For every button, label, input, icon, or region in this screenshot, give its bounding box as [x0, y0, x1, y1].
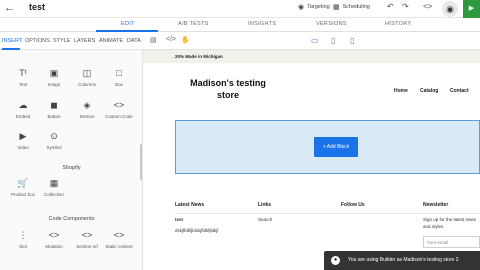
footer-link-search[interactable]: Search — [258, 217, 272, 222]
block-section-ref[interactable]: <> Section ref — [70, 230, 104, 249]
tab-edit[interactable]: EDIT — [121, 21, 135, 27]
announcement-text: 20% Made in Michigan — [175, 54, 223, 59]
eye-icon[interactable]: ◉ — [442, 1, 458, 17]
slot-icon: ⋮ — [18, 230, 28, 240]
news-item-title[interactable]: test — [175, 217, 183, 222]
code-icon: <> — [113, 100, 125, 110]
top-bar: ← test ◉ Targeting ▦ Scheduling ↶ ↷ <> ◉… — [0, 0, 480, 18]
newsletter-text-2: and styles — [423, 224, 444, 229]
block-embed[interactable]: ☁ Embed — [6, 100, 40, 119]
targeting-button[interactable]: ◉ Targeting — [298, 3, 330, 11]
scheduling-label: Scheduling — [342, 4, 370, 10]
footer-latest-news-title: Latest News — [175, 202, 205, 208]
layers-icon: ◈ — [83, 100, 91, 110]
nav-link-catalog[interactable]: Catalog — [420, 88, 438, 94]
shopify-section-title: Shopify — [62, 165, 81, 171]
store-name[interactable]: Madison's testing store — [188, 77, 268, 101]
cart-icon: 🛒 — [17, 178, 29, 188]
preview-canvas: 20% Made in Michigan Madison's testing s… — [143, 50, 480, 270]
calendar-icon: ▦ — [333, 4, 340, 11]
selected-section[interactable]: + Add Block — [175, 120, 480, 174]
tab-ab-tests[interactable]: A/B TESTS — [178, 21, 209, 27]
toast-message: You are using Builder as Madison's testi… — [348, 257, 459, 263]
grid-view-icon[interactable]: ▤ — [150, 36, 157, 44]
page-title[interactable]: test — [29, 2, 45, 12]
panel-scrollbar[interactable] — [140, 144, 142, 180]
scheduling-button[interactable]: ▦ Scheduling — [333, 3, 370, 11]
tab-insights[interactable]: INSIGHTS — [248, 21, 276, 27]
arrow-left-icon[interactable]: ← — [4, 2, 15, 14]
targeting-label: Targeting — [307, 4, 330, 10]
block-button[interactable]: ◼ Button — [37, 100, 71, 119]
footer-follow-title: Follow Us — [341, 202, 365, 208]
static-content-icon: <> — [113, 230, 125, 240]
add-block-button[interactable]: + Add Block — [314, 137, 358, 157]
tab-history[interactable]: HISTORY — [385, 21, 411, 27]
footer-links-title: Links — [258, 202, 272, 208]
tab-insert[interactable]: INSERT — [2, 38, 22, 44]
block-slot[interactable]: ⋮ Slot — [6, 230, 40, 249]
newsletter-email-input[interactable]: Your email — [423, 236, 480, 248]
user-icon: ● — [331, 256, 340, 265]
announcement-bar[interactable]: 20% Made in Michigan — [143, 50, 480, 63]
nav-link-home[interactable]: Home — [394, 88, 408, 94]
hand-icon[interactable]: ✋ — [181, 36, 190, 44]
code-components-section-title: Code Components — [48, 216, 95, 222]
target-icon: ◉ — [298, 4, 305, 11]
tab-versions[interactable]: VERSIONS — [316, 21, 347, 27]
active-subtab-indicator — [2, 48, 20, 50]
image-icon: ▣ — [49, 68, 59, 78]
code-icon[interactable]: <> — [423, 2, 432, 11]
tab-options[interactable]: OPTIONS — [25, 38, 50, 44]
insert-panel: INSERT OPTIONS STYLE LAYERS ANIMATE DATA… — [0, 32, 143, 270]
columns-icon: ◫ — [82, 68, 92, 78]
mobile-icon[interactable]: ▯ — [350, 36, 354, 45]
button-icon: ◼ — [50, 100, 58, 110]
footer-divider — [175, 213, 480, 214]
main-tabs: EDIT A/B TESTS INSIGHTS VERSIONS HISTORY — [0, 18, 480, 32]
nav-link-contact[interactable]: Contact — [450, 88, 469, 94]
publish-button[interactable]: ▶ — [463, 0, 480, 18]
block-image[interactable]: ▣ Image — [37, 68, 71, 87]
undo-icon[interactable]: ↶ — [387, 2, 394, 11]
desktop-icon[interactable]: ▭ — [311, 36, 319, 45]
mutation-icon: <> — [48, 230, 60, 240]
code-view-icon[interactable]: </> — [166, 36, 176, 43]
symbol-icon: ⊙ — [50, 131, 58, 141]
footer-newsletter-title: Newsletter — [423, 202, 449, 208]
block-symbol[interactable]: ⊙ Symbol — [37, 131, 71, 150]
block-product-box[interactable]: 🛒 Product box — [6, 178, 40, 197]
collection-icon: ▦ — [49, 178, 59, 188]
device-toolbar: ▤ </> ✋ ▭ ▯ ▯ — [143, 32, 480, 50]
news-item-body: dskjfldkfjldskjfldkfjldkjf — [175, 228, 219, 233]
block-static-content[interactable]: <> Static content — [102, 230, 136, 249]
tab-layers[interactable]: LAYERS — [74, 38, 95, 44]
tablet-icon[interactable]: ▯ — [331, 36, 335, 45]
panel-tabs: INSERT OPTIONS STYLE LAYERS ANIMATE DATA — [0, 32, 143, 50]
block-text[interactable]: Tᵗ Text — [6, 68, 40, 87]
tab-data[interactable]: DATA — [127, 38, 141, 44]
text-icon: Tᵗ — [19, 68, 27, 78]
block-video[interactable]: ▶ Video — [6, 131, 40, 150]
block-box[interactable]: □ Box — [102, 68, 136, 87]
section-ref-icon: <> — [81, 230, 93, 240]
block-section[interactable]: ◈ Section — [70, 100, 104, 119]
block-mutation[interactable]: <> Mutation — [37, 230, 71, 249]
tab-animate[interactable]: ANIMATE — [99, 38, 123, 44]
cloud-upload-icon: ☁ — [18, 100, 28, 110]
newsletter-text: Sign up for the latest news — [423, 217, 477, 222]
account-toast: ● You are using Builder as Madison's tes… — [324, 251, 480, 270]
video-icon: ▶ — [19, 131, 27, 141]
block-collection[interactable]: ▦ Collection — [37, 178, 71, 197]
redo-icon[interactable]: ↷ — [402, 2, 409, 11]
tab-style[interactable]: STYLE — [53, 38, 70, 44]
box-icon: □ — [116, 68, 122, 78]
block-custom-code[interactable]: <> Custom Code — [102, 100, 136, 119]
block-columns[interactable]: ◫ Columns — [70, 68, 104, 87]
